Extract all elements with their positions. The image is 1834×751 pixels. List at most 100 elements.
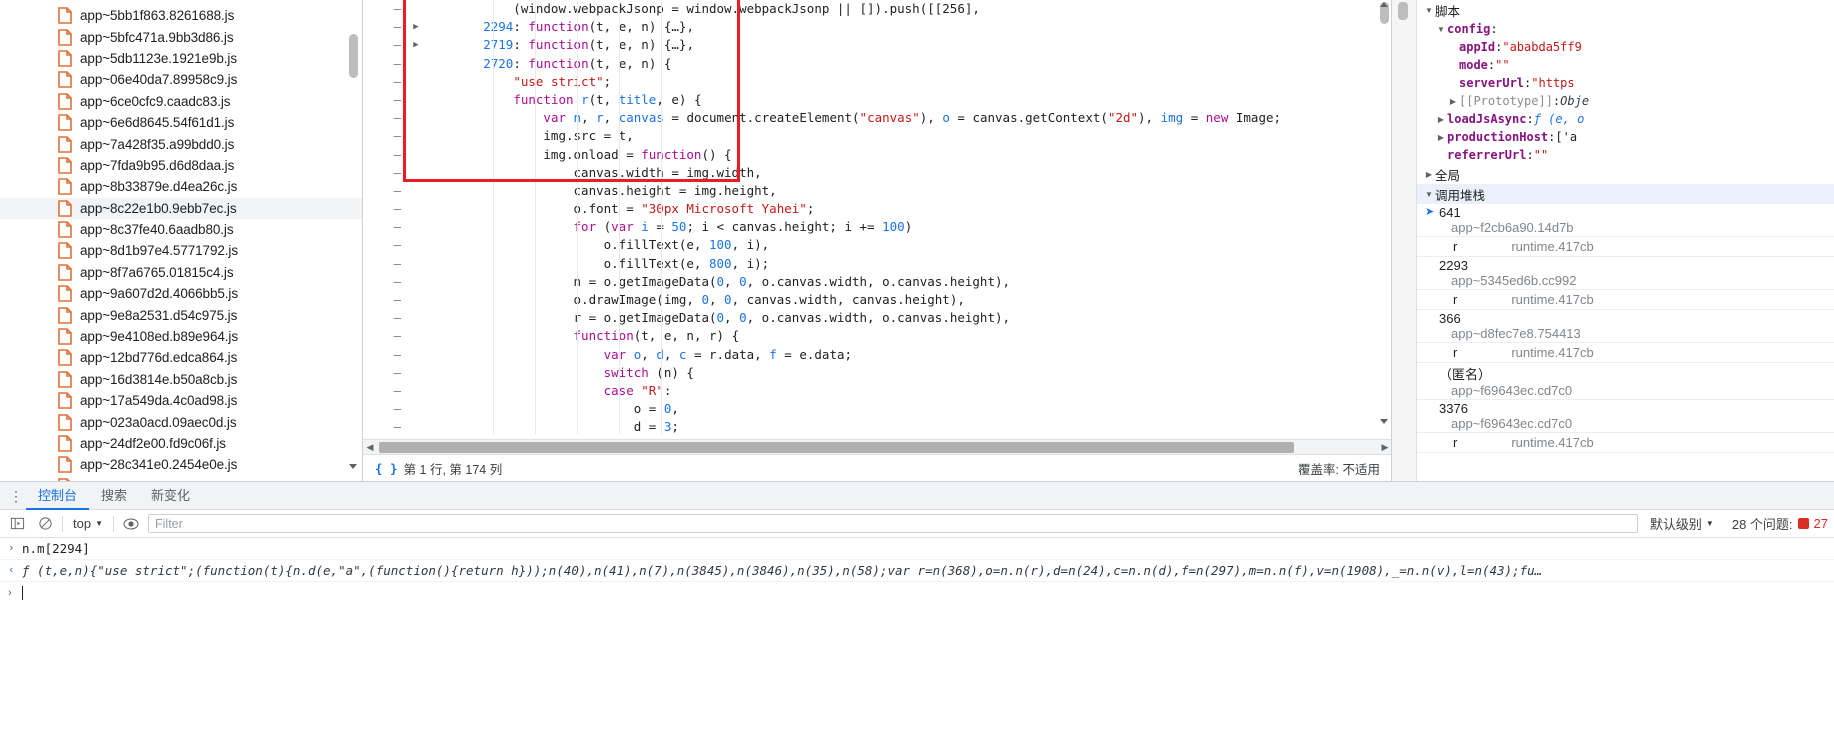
more-options-icon[interactable]: ⋮ <box>6 489 26 503</box>
callstack-frame[interactable]: r runtime.417cb <box>1417 290 1834 310</box>
console-output-line[interactable]: ‹ ƒ (t,e,n){"use strict";(function(t){n.d… <box>0 560 1834 582</box>
file-list-item[interactable]: app~8f7a6765.01815c4.js <box>0 262 362 283</box>
file-list-item[interactable]: app~9e8a2531.d54c975.js <box>0 304 362 325</box>
code-line[interactable]: – for (var i = 50; i < canvas.height; i … <box>363 218 1391 236</box>
file-navigator-pane[interactable]: app~5bb1f863.8261688.js app~5bfc471a.9bb3… <box>0 0 362 481</box>
line-number-gutter[interactable]: – <box>363 55 409 73</box>
file-list-item[interactable]: app~17a549da.4c0ad98.js <box>0 390 362 411</box>
code-area[interactable]: – (window.webpackJsonp = window.webpackJ… <box>363 0 1391 434</box>
callstack-frame[interactable]: r runtime.417cb <box>1417 237 1834 257</box>
code-line[interactable]: – img.onload = function() { <box>363 146 1391 164</box>
debugger-scrollbar-thumb[interactable] <box>1398 2 1408 20</box>
line-number-gutter[interactable]: – <box>363 109 409 127</box>
file-list-item[interactable]: app~16d3814e.b50a8cb.js <box>0 369 362 390</box>
line-number-gutter[interactable]: – <box>363 218 409 236</box>
line-number-gutter[interactable]: – <box>363 182 409 200</box>
chevron-right-icon[interactable]: ▶ <box>1447 97 1459 106</box>
drawer-tab[interactable]: 控制台 <box>26 482 90 510</box>
drawer-tab[interactable]: 新变化 <box>139 482 202 510</box>
file-list[interactable]: app~5bb1f863.8261688.js app~5bfc471a.9bb3… <box>0 0 362 481</box>
scope-property-row[interactable]: ▶ loadJsAsync: ƒ (e, o <box>1417 110 1834 128</box>
file-list-item[interactable]: app~12bd776d.edca864.js <box>0 347 362 368</box>
callstack-frame[interactable]: ➤ 641 app~f2cb6a90.14d7b <box>1417 204 1834 237</box>
line-number-gutter[interactable]: – <box>363 73 409 91</box>
line-number-gutter[interactable]: – <box>363 346 409 364</box>
console-log-level-select[interactable]: 默认级别 ▼ <box>1650 514 1714 533</box>
line-number-gutter[interactable]: – <box>363 146 409 164</box>
code-line[interactable]: – canvas.width = img.width, <box>363 164 1391 182</box>
line-number-gutter[interactable]: – <box>363 255 409 273</box>
callstack-frame[interactable]: （匿名） app~f69643ec.cd7c0 <box>1417 363 1834 400</box>
chevron-down-icon[interactable]: ▼ <box>1435 25 1447 34</box>
file-list-item[interactable]: app~023a0acd.09aec0d.js <box>0 411 362 432</box>
file-list-item[interactable]: app~8c37fe40.6aadb80.js <box>0 219 362 240</box>
hscroll-right-arrow-icon[interactable]: ▶ <box>1378 442 1391 453</box>
callstack-frame[interactable]: 2293 app~5345ed6b.cc992 <box>1417 257 1834 290</box>
line-number-gutter[interactable]: – <box>363 164 409 182</box>
console-messages[interactable]: › n.m[2294] ‹ ƒ (t,e,n){"use strict";(funct… <box>0 538 1834 582</box>
console-filter-input[interactable] <box>148 514 1638 533</box>
line-number-gutter[interactable]: – <box>363 200 409 218</box>
scope-tree[interactable]: ▼ config: appId: "ababda5ff9 mode: "" serve… <box>1417 20 1834 164</box>
console-input-line[interactable]: › n.m[2294] <box>0 538 1834 560</box>
source-horizontal-scrollbar[interactable]: ◀ ▶ <box>363 439 1391 454</box>
console-prompt[interactable]: › <box>0 582 1834 604</box>
line-number-gutter[interactable]: – <box>363 364 409 382</box>
source-scroll-up-icon[interactable] <box>1378 0 1390 11</box>
callstack-list[interactable]: ➤ 641 app~f2cb6a90.14d7b r runtime.417cb 2293… <box>1417 204 1834 453</box>
hscroll-left-arrow-icon[interactable]: ◀ <box>363 442 377 453</box>
code-line[interactable]: – o.drawImage(img, 0, 0, canvas.width, c… <box>363 291 1391 309</box>
line-number-gutter[interactable]: – <box>363 236 409 254</box>
callstack-section-header[interactable]: ▼ 调用堆栈 <box>1417 184 1834 204</box>
scope-property-row[interactable]: appId: "ababda5ff9 <box>1417 38 1834 56</box>
file-list-item[interactable]: app~8b33879e.d4ea26c.js <box>0 176 362 197</box>
line-number-gutter[interactable]: – <box>363 18 409 36</box>
drawer-tabs[interactable]: 控制台 搜索 新变化 <box>26 482 202 510</box>
file-list-item[interactable]: app~28c341e0.2454e0e.js <box>0 454 362 475</box>
chevron-right-icon[interactable]: ▶ <box>1435 133 1447 142</box>
drawer-tab[interactable]: 搜索 <box>89 482 139 510</box>
callstack-frame[interactable]: 366 app~d8fec7e8.754413 <box>1417 310 1834 343</box>
code-line[interactable]: – d = 3; <box>363 418 1391 434</box>
code-line[interactable]: – o.fillText(e, 100, i), <box>363 236 1391 254</box>
callstack-frame[interactable]: 3376 app~f69643ec.cd7c0 <box>1417 400 1834 433</box>
file-list-item[interactable]: app~6ce0cfc9.caadc83.js <box>0 91 362 112</box>
hscroll-thumb[interactable] <box>379 441 1294 453</box>
callstack-frame[interactable]: r runtime.417cb <box>1417 433 1834 453</box>
clear-console-icon[interactable] <box>34 513 56 535</box>
debugger-sidebar-pane[interactable]: ▼ 脚本 ▼ config: appId: "ababda5ff9 mode: ""… <box>1391 0 1834 481</box>
code-line[interactable]: – case "R": <box>363 382 1391 400</box>
file-list-item[interactable]: app~7a428f35.a99bdd0.js <box>0 133 362 154</box>
line-number-gutter[interactable]: – <box>363 291 409 309</box>
code-line[interactable]: – var o, d, c = r.data, f = e.data; <box>363 346 1391 364</box>
code-line[interactable]: – n = o.getImageData(0, 0, o.canvas.widt… <box>363 273 1391 291</box>
code-line[interactable]: – ▶ 2719: function(t, e, n) {…}, <box>363 36 1391 54</box>
code-line[interactable]: – switch (n) { <box>363 364 1391 382</box>
source-editor-pane[interactable]: – (window.webpackJsonp = window.webpackJ… <box>362 0 1391 481</box>
file-list-item[interactable]: app~8d1b97e4.5771792.js <box>0 240 362 261</box>
code-line[interactable]: – o.font = "30px Microsoft Yahei"; <box>363 200 1391 218</box>
line-number-gutter[interactable]: – <box>363 127 409 145</box>
file-list-item[interactable]: app~9a607d2d.4066bb5.js <box>0 283 362 304</box>
code-line[interactable]: – 2720: function(t, e, n) { <box>363 55 1391 73</box>
line-number-gutter[interactable]: – <box>363 91 409 109</box>
file-list-item[interactable]: app~06e40da7.89958c9.js <box>0 69 362 90</box>
file-list-item[interactable]: app~5bb1f863.8261688.js <box>0 5 362 26</box>
navigator-scroll-down-icon[interactable] <box>346 459 360 473</box>
file-list-item[interactable]: app~5db1123e.1921e9b.js <box>0 48 362 69</box>
global-section-header[interactable]: ▶ 全局 <box>1417 164 1834 184</box>
code-line[interactable]: – img.src = t, <box>363 127 1391 145</box>
file-list-item[interactable]: app~7fda9b95.d6d8daa.js <box>0 155 362 176</box>
live-expression-eye-icon[interactable] <box>120 513 142 535</box>
fold-arrow-icon[interactable]: ▶ <box>409 18 423 36</box>
console-sidebar-toggle-icon[interactable] <box>6 513 28 535</box>
code-line[interactable]: – function(t, e, n, r) { <box>363 327 1391 345</box>
file-list-item[interactable]: app~8c22e1b0.9ebb7ec.js <box>0 197 362 219</box>
source-scroll-down-icon[interactable] <box>1378 415 1390 427</box>
code-line[interactable]: – o.fillText(e, 800, i); <box>363 255 1391 273</box>
scope-property-row[interactable]: ▼ config: <box>1417 20 1834 38</box>
code-line[interactable]: – "use strict"; <box>363 73 1391 91</box>
line-number-gutter[interactable]: – <box>363 327 409 345</box>
scope-property-row[interactable]: ▶ [[Prototype]]: Obje <box>1417 92 1834 110</box>
file-list-item[interactable]: app~6e6d8645.54f61d1.js <box>0 112 362 133</box>
